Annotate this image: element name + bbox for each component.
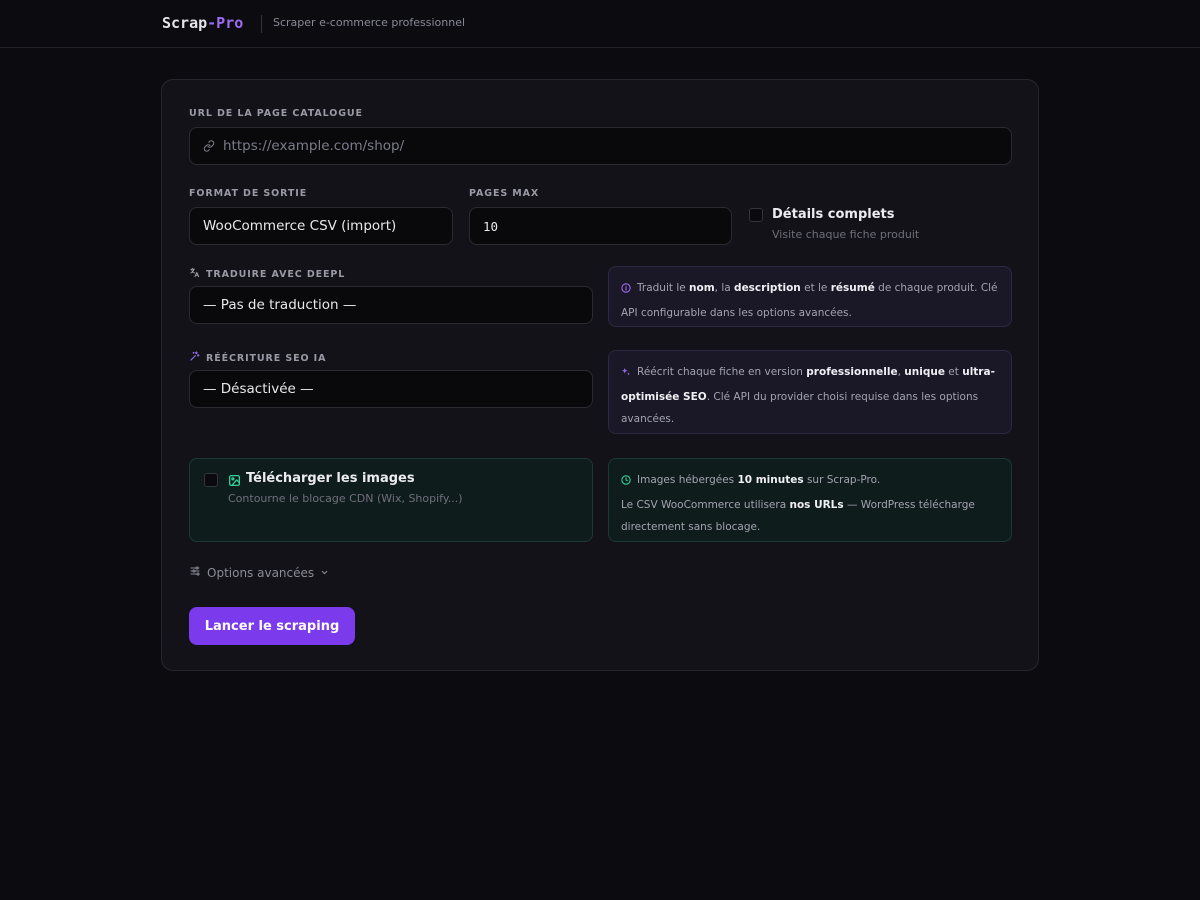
seo-label: RÉÉCRITURE SEO IA <box>206 352 327 364</box>
download-images-option[interactable]: Télécharger les images Contourne le bloc… <box>189 458 593 542</box>
top-bar: Scrap-Pro Scraper e-commerce professionn… <box>0 0 1200 48</box>
tagline: Scraper e-commerce professionnel <box>273 16 466 29</box>
pages-max-input[interactable]: 10 <box>469 207 732 245</box>
brand-name: Scrap <box>162 14 208 32</box>
format-select[interactable]: WooCommerce CSV (import) <box>189 207 453 245</box>
sliders-icon <box>189 565 201 580</box>
pages-max-label: PAGES MAX <box>469 188 540 199</box>
advanced-options-label: Options avancées <box>207 565 315 580</box>
url-input[interactable]: https://example.com/shop/ <box>189 127 1012 165</box>
seo-label-row: RÉÉCRITURE SEO IA <box>189 351 326 365</box>
brand-suffix: -Pro <box>207 14 244 32</box>
details-title: Détails complets <box>772 207 895 222</box>
sparkles-icon <box>621 363 631 386</box>
download-images-title: Télécharger les images <box>246 471 415 486</box>
chevron-down-icon <box>320 566 329 580</box>
link-icon <box>203 140 215 152</box>
download-images-subtitle: Contourne le blocage CDN (Wix, Shopify..… <box>228 492 463 505</box>
image-icon <box>228 472 241 491</box>
translate-label: TRADUIRE AVEC DEEPL <box>206 268 346 280</box>
start-scraping-button[interactable]: Lancer le scraping <box>189 607 355 645</box>
details-checkbox[interactable] <box>749 208 763 222</box>
format-label: FORMAT DE SORTIE <box>189 188 308 199</box>
advanced-options-toggle[interactable]: Options avancées <box>189 565 329 580</box>
details-subtitle: Visite chaque fiche produit <box>772 228 920 241</box>
seo-select[interactable]: — Désactivée — <box>189 370 593 408</box>
translate-select[interactable]: — Pas de traduction — <box>189 286 593 324</box>
translate-icon <box>189 267 200 281</box>
brand-logo[interactable]: Scrap-Pro <box>162 14 243 32</box>
info-icon <box>621 279 631 302</box>
translate-label-row: TRADUIRE AVEC DEEPL <box>189 267 345 281</box>
url-placeholder: https://example.com/shop/ <box>223 138 405 154</box>
translate-info-box: Traduit le nom, la description et le rés… <box>608 266 1012 327</box>
seo-info-box: Réécrit chaque fiche en version professi… <box>608 350 1012 434</box>
download-images-checkbox[interactable] <box>204 473 218 487</box>
magic-wand-icon <box>189 351 200 365</box>
url-label: URL DE LA PAGE CATALOGUE <box>189 108 363 119</box>
scraper-form-card: URL DE LA PAGE CATALOGUE https://example… <box>161 79 1039 671</box>
images-info-box: Images hébergées 10 minutes sur Scrap-Pr… <box>608 458 1012 542</box>
clock-icon <box>621 471 631 494</box>
brand-divider <box>261 15 262 33</box>
